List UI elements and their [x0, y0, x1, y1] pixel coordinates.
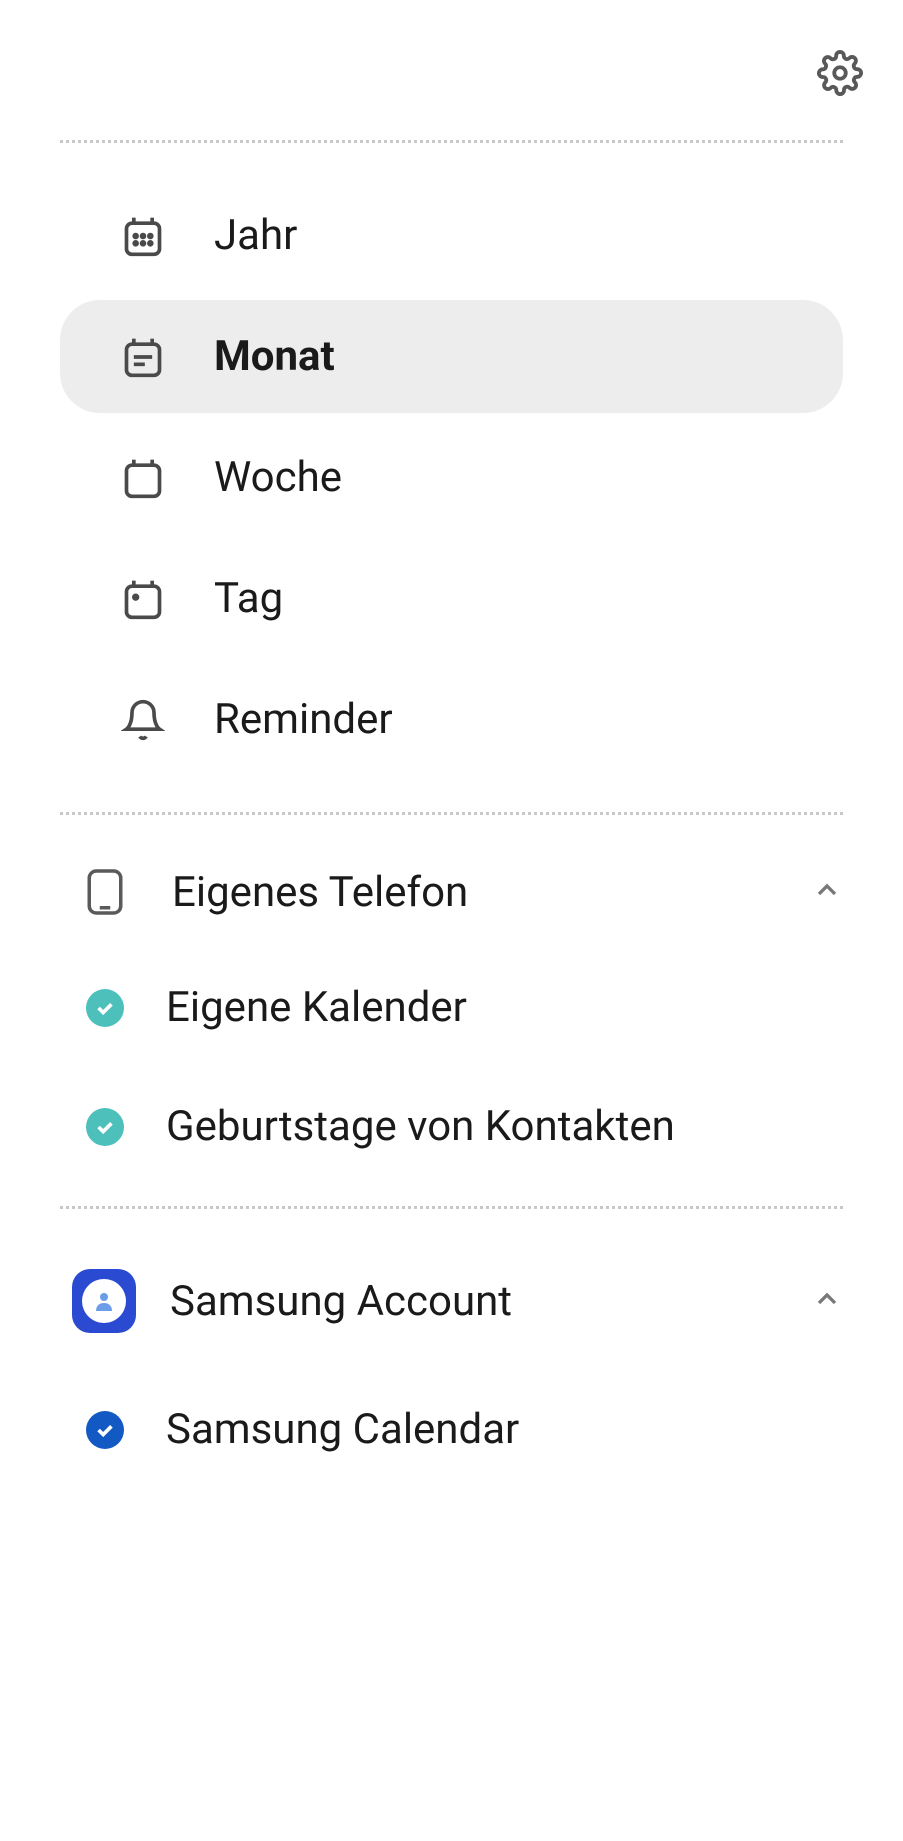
samsung-account-icon — [72, 1269, 136, 1333]
calendar-item-samsung[interactable]: Samsung Calendar — [0, 1363, 903, 1486]
calendar-day-icon — [120, 576, 166, 622]
gear-icon — [817, 50, 863, 96]
calendar-label: Eigene Kalender — [166, 981, 507, 1036]
checkbox-checked-icon — [86, 1108, 124, 1146]
calendar-label: Samsung Calendar — [166, 1405, 519, 1454]
view-label: Tag — [214, 574, 283, 623]
account-label: Samsung Account — [170, 1277, 811, 1326]
view-item-day[interactable]: Tag — [60, 542, 843, 655]
checkbox-checked-icon — [86, 989, 124, 1027]
account-label: Eigenes Telefon — [172, 868, 811, 917]
view-label: Woche — [214, 453, 342, 502]
calendar-year-icon — [120, 213, 166, 259]
view-item-month[interactable]: Monat — [60, 300, 843, 413]
phone-icon — [80, 867, 130, 917]
account-section-samsung: Samsung Account Samsung Calendar — [0, 1209, 903, 1516]
view-label: Reminder — [214, 695, 393, 744]
checkbox-checked-icon — [86, 1411, 124, 1449]
settings-button[interactable] — [817, 50, 863, 100]
view-item-year[interactable]: Jahr — [60, 179, 843, 292]
view-label: Monat — [214, 332, 335, 381]
drawer-header — [0, 0, 903, 140]
view-item-reminder[interactable]: Reminder — [60, 663, 843, 776]
chevron-up-icon — [811, 874, 843, 910]
view-list: Jahr Monat Woc — [0, 143, 903, 812]
view-item-week[interactable]: Woche — [60, 421, 843, 534]
account-header-phone[interactable]: Eigenes Telefon — [0, 835, 903, 949]
account-section-phone: Eigenes Telefon Eigene Kalender Gebur — [0, 815, 903, 1206]
bell-icon — [120, 697, 166, 743]
account-header-samsung[interactable]: Samsung Account — [0, 1239, 903, 1363]
calendar-week-icon — [120, 455, 166, 501]
calendar-item-birthdays[interactable]: Geburtstage von Kontakten — [0, 1068, 903, 1187]
calendar-label: Geburtstage von Kontakten — [166, 1100, 715, 1155]
calendar-month-icon — [120, 334, 166, 380]
view-label: Jahr — [214, 211, 297, 260]
chevron-up-icon — [811, 1283, 843, 1319]
calendar-item-own[interactable]: Eigene Kalender — [0, 949, 903, 1068]
drawer-panel: Jahr Monat Woc — [0, 0, 903, 1516]
